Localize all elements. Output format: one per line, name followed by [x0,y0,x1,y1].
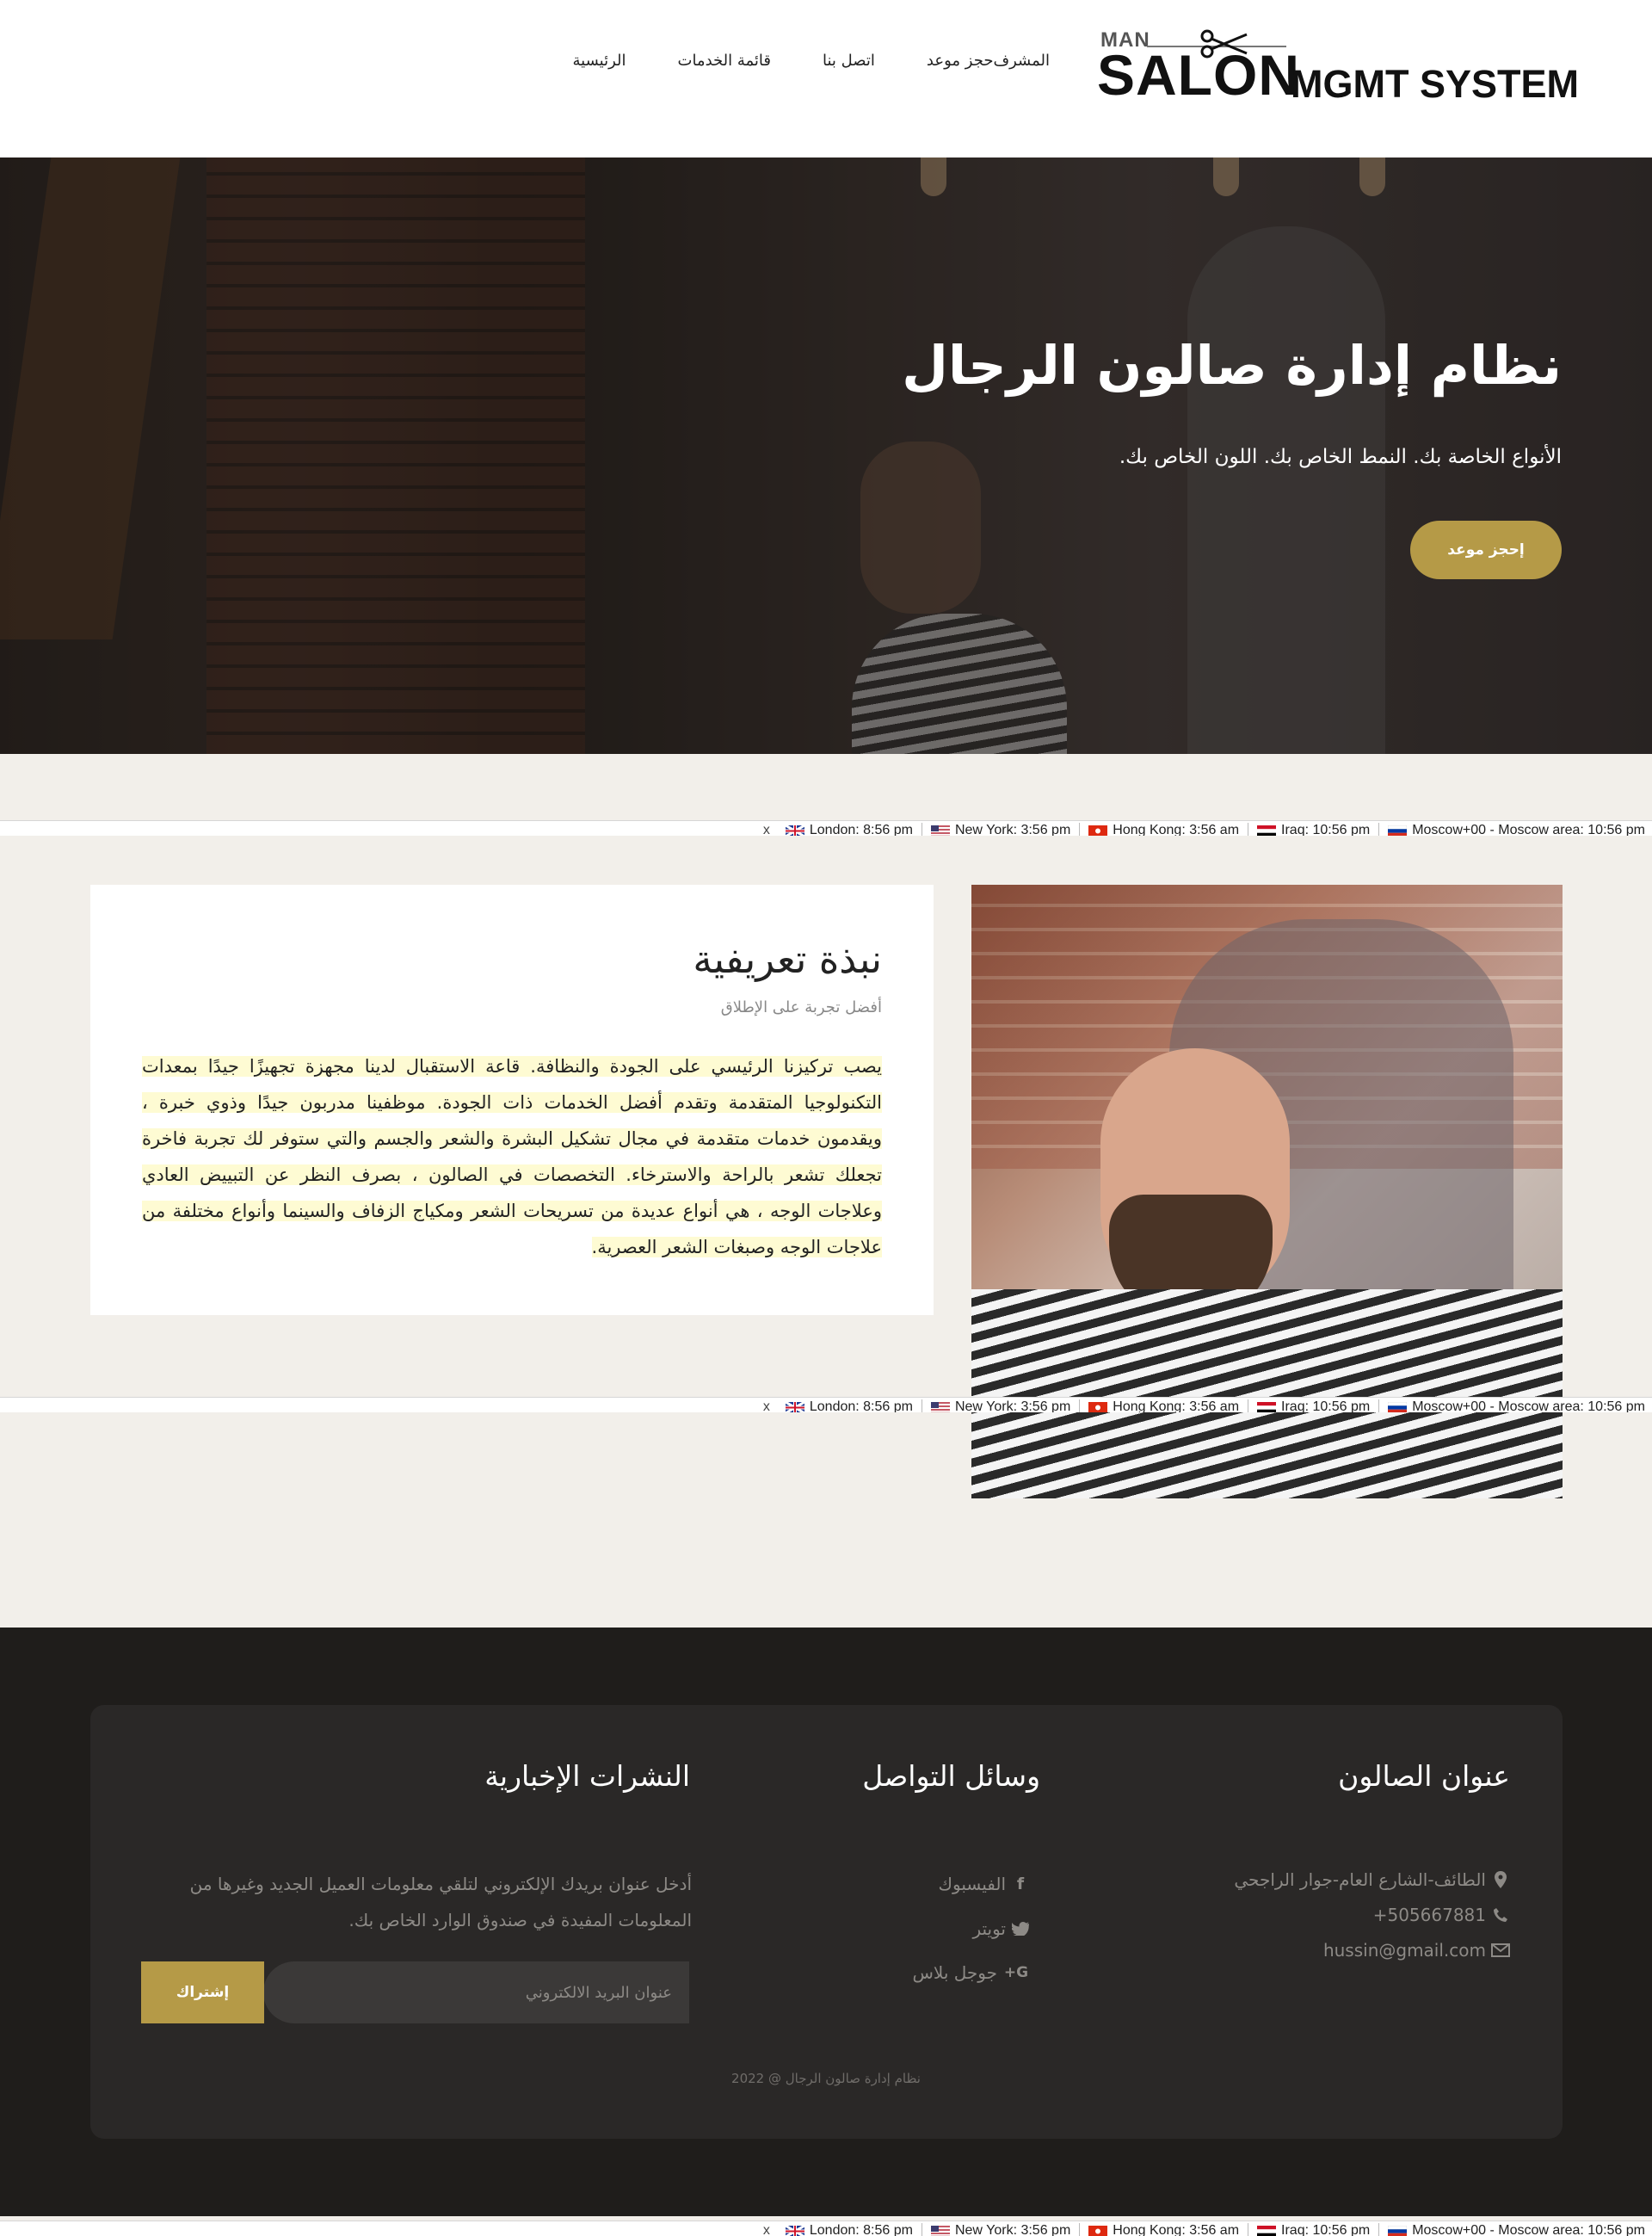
hero-title: نظام إدارة صالون الرجال [902,334,1562,397]
social-google-link[interactable]: G+ جوجل بلاس [913,1962,1030,1983]
clock-london: London: 8:56 pm [777,1399,922,1412]
logo-mgmt-text: MGMT SYSTEM [1291,62,1579,106]
footer-phone: 505667881+ [1373,1905,1510,1925]
logo-salon-text: SALON [1097,43,1300,107]
hk-flag-icon [1088,1401,1108,1412]
nav-contact[interactable]: اتصل بنا [823,52,875,70]
clock-iraq: Iraq: 10:56 pm [1248,823,1380,836]
book-appointment-button[interactable]: إحجز موعد [1410,521,1562,579]
main-nav: المشرف حجز موعد اتصل بنا قائمة الخدمات ا… [482,47,1051,73]
close-icon[interactable]: x [763,2223,770,2236]
uk-flag-icon [785,1401,804,1412]
footer-newsletter-title: النشرات الإخبارية [484,1759,690,1793]
hk-flag-icon [1088,2225,1108,2236]
newsletter-description: أدخل عنوان بريدك الإلكتروني لتلقي معلوما… [189,1874,692,1930]
nav-services[interactable]: قائمة الخدمات [678,52,772,70]
social-facebook-link[interactable]: f الفيسبوك [932,1874,1031,1894]
nav-book-appointment[interactable]: حجز موعد [927,52,994,70]
subscribe-button[interactable]: إشتراك [141,1961,264,2023]
uk-flag-icon [785,2225,804,2236]
clock-moscow: Moscow+00 - Moscow area: 10:56 pm [1379,823,1645,836]
clock-iraq: Iraq: 10:56 pm [1248,1399,1380,1412]
nav-home[interactable]: الرئيسية [573,52,626,70]
site-logo[interactable]: MAN SALON MGMT SYSTEM [1097,26,1583,107]
map-marker-icon [1491,1870,1510,1889]
newsletter-email-input[interactable] [263,1961,689,2023]
clock-hong-kong: Hong Kong: 3:56 am [1080,1399,1249,1412]
phone-icon [1491,1906,1510,1924]
clock-hong-kong: Hong Kong: 3:56 am [1080,2223,1249,2236]
clock-hong-kong: Hong Kong: 3:56 am [1080,823,1249,836]
clock-london: London: 8:56 pm [777,2223,922,2236]
envelope-icon [1491,1941,1510,1960]
iraq-flag-icon [1257,825,1277,836]
russia-flag-icon [1388,2225,1408,2236]
about-body: يصب تركيزنا الرئيسي على الجودة والنظافة.… [142,1048,882,1265]
clock-moscow: Moscow+00 - Moscow area: 10:56 pm [1379,1399,1645,1412]
clock-moscow: Moscow+00 - Moscow area: 10:56 pm [1379,2223,1645,2236]
hk-flag-icon [1088,825,1108,836]
clock-new-york: New York: 3:56 pm [922,823,1081,836]
world-clock-bar: x London: 8:56 pm New York: 3:56 pm Hong… [0,2221,1652,2236]
close-icon[interactable]: x [763,823,770,836]
google-plus-icon: G+ [1003,1964,1029,1981]
site-header: MAN SALON MGMT SYSTEM المشرف حجز موعد ات… [0,0,1652,158]
uk-flag-icon [785,825,804,836]
us-flag-icon [930,1401,950,1412]
russia-flag-icon [1388,1401,1408,1412]
clock-iraq: Iraq: 10:56 pm [1248,2223,1380,2236]
photo-client-cape [971,1289,1563,1498]
about-body-text: يصب تركيزنا الرئيسي على الجودة والنظافة.… [142,1056,882,1257]
footer-location: الطائف-الشارع العام-جوار الراجحي [1234,1869,1510,1890]
footer-email[interactable]: hussin@gmail.com [1323,1940,1510,1961]
footer-copyright: نظام إدارة صالون الرجال @ 2022 [731,2071,921,2086]
about-subtitle: أفضل تجربة على الإطلاق [720,998,882,1016]
us-flag-icon [930,2225,950,2236]
social-twitter-link[interactable]: تويتر [965,1918,1030,1939]
iraq-flag-icon [1257,1401,1277,1412]
world-clock-bar: x London: 8:56 pm New York: 3:56 pm Hong… [0,1397,1652,1412]
twitter-icon [1011,1919,1030,1938]
clock-london: London: 8:56 pm [777,823,922,836]
nav-admin[interactable]: المشرف [993,52,1050,70]
russia-flag-icon [1388,825,1408,836]
close-icon[interactable]: x [763,1399,770,1412]
facebook-icon: f [1016,1875,1025,1893]
world-clock-bar: x London: 8:56 pm New York: 3:56 pm Hong… [0,820,1652,836]
hero-subtitle: الأنواع الخاصة بك. النمط الخاص بك. اللون… [1119,446,1562,468]
us-flag-icon [930,825,950,836]
about-title: نبذة تعريفية [693,936,882,982]
hero-banner: نظام إدارة صالون الرجال الأنواع الخاصة ب… [0,158,1652,754]
clock-new-york: New York: 3:56 pm [922,2223,1081,2236]
footer-address-title: عنوان الصالون [1338,1759,1510,1793]
iraq-flag-icon [1257,2225,1277,2236]
about-card: نبذة تعريفية أفضل تجربة على الإطلاق يصب … [90,885,934,1315]
footer-social-title: وسائل التواصل [862,1759,1040,1793]
clock-new-york: New York: 3:56 pm [922,1399,1081,1412]
